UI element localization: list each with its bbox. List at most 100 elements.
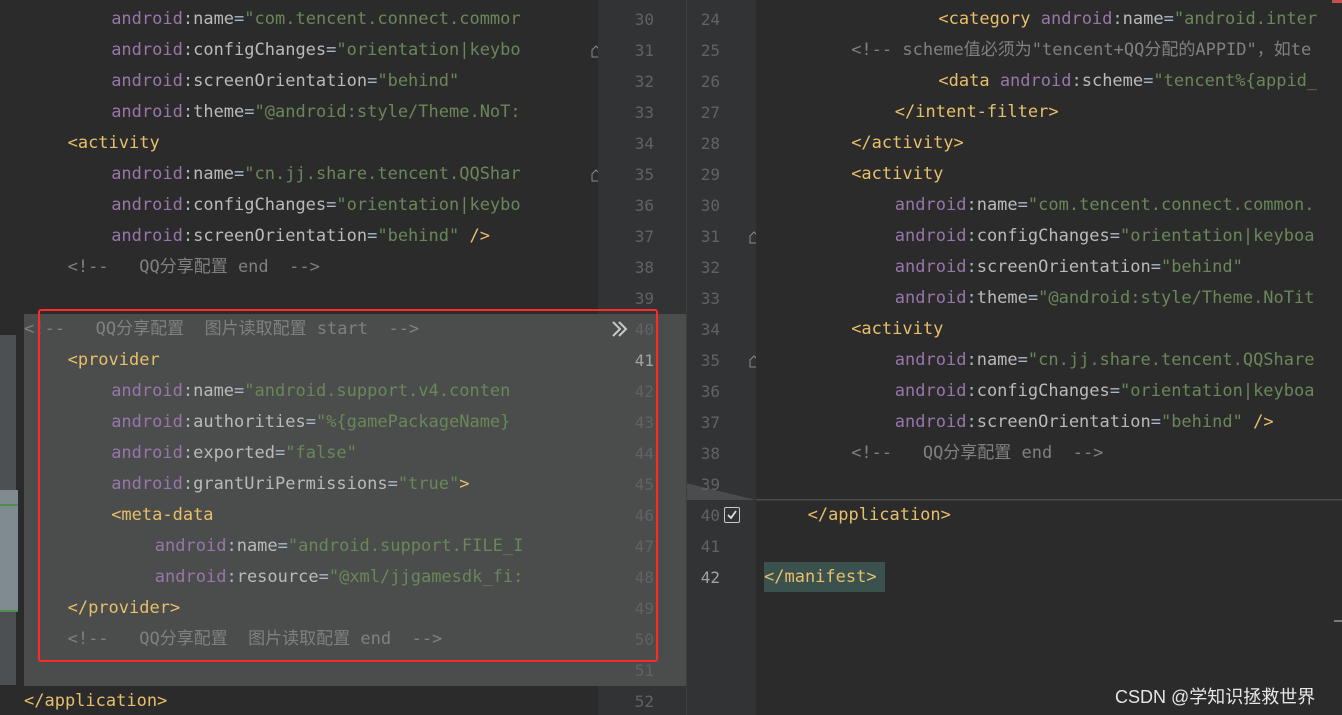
code-token: = [1109,381,1121,401]
code-token: = [326,40,337,60]
code-line[interactable]: </application> [808,500,951,531]
watermark: CSDN @学知识拯救世界 [1115,687,1316,707]
code-line[interactable]: <!-- QQ分享配置 end --> [68,252,320,283]
code-line[interactable]: android:screenOrientation="behind" /> [895,407,1274,438]
code-token: android [894,412,967,432]
code-line[interactable]: </application> [24,686,167,715]
code-token: "cn.jj.share.tencent.QQShare [1027,350,1315,370]
code-token: screenOrientation [193,226,368,246]
line-number: 36 [700,382,720,401]
code-token: configChanges [976,381,1110,401]
diff-accept-checkbox[interactable] [724,507,740,523]
code-token: <category [938,9,1041,29]
line-number: 31 [634,41,654,60]
code-line[interactable]: </intent-filter> [895,97,1059,128]
code-token: <!-- QQ分享配置 end --> [67,257,320,277]
code-token: "orientation|keybo [336,195,521,215]
code-line[interactable]: android:name="cn.jj.share.tencent.QQShar [111,159,520,190]
code-token: "behind" [377,226,460,246]
code-token: /> [459,226,490,246]
code-line[interactable]: android:screenOrientation="behind" [111,66,459,97]
line-number: 42 [700,568,720,587]
code-line[interactable]: android:theme="@android:style/Theme.NoT: [111,97,520,128]
code-token: name [1122,9,1164,29]
right-code-lines: <category android:name="android.inter <!-… [764,4,1342,715]
code-token: "tencent%{appid_ [1153,71,1318,91]
code-token: = [1143,71,1154,91]
code-token: scheme [1081,71,1144,91]
code-line[interactable]: <!-- scheme值必须为"tencent+QQ分配的APPID"，如te [851,35,1311,66]
code-token: = [1150,257,1161,277]
scroll-marker [1334,620,1342,622]
code-token: android [111,40,183,60]
right-editor-pane[interactable]: <category android:name="android.inter <!-… [756,0,1342,715]
code-token: "behind" [1160,412,1243,432]
line-number: 37 [700,413,720,432]
code-line[interactable]: android:configChanges="orientation|keybo… [895,221,1315,252]
diff-scrollbar-marker [0,490,18,610]
line-number: 52 [634,692,654,711]
code-line[interactable]: <activity [68,128,160,159]
code-line[interactable]: android:configChanges="orientation|keybo… [895,376,1315,407]
line-number: 34 [634,134,654,153]
line-number: 37 [634,227,654,246]
code-token: : [966,226,977,246]
line-number: 26 [700,72,720,91]
code-line[interactable]: android:screenOrientation="behind" /> [111,221,490,252]
code-token: = [234,9,245,29]
code-token: screenOrientation [976,412,1151,432]
code-line[interactable]: </activity> [851,128,964,159]
code-token: configChanges [193,195,327,215]
code-token: </manifest> [764,567,877,587]
code-token: <activity [67,133,160,153]
code-token: = [367,226,378,246]
right-line-numbers: 24 25 26 27 28 29 30 31 32 33 34 35 36 37 38 39 40 41 42 [686,4,726,715]
code-line[interactable]: <activity [851,159,943,190]
code-token: name [193,9,235,29]
code-line[interactable]: android:name="com.tencent.connect.commor [111,4,520,35]
code-token: <activity [851,164,944,184]
code-line[interactable]: <!-- QQ分享配置 end --> [851,438,1103,469]
code-token: "cn.jj.share.tencent.QQShar [244,164,521,184]
line-number: 30 [634,10,654,29]
line-number: 38 [634,258,654,277]
code-token: : [966,257,977,277]
code-token: "@android:style/Theme.NoT: [254,102,521,122]
code-line[interactable]: </manifest> [764,562,877,593]
fold-marker-icon[interactable] [749,229,756,244]
diff-marker-green-top [0,504,18,506]
error-stripe-marker [1332,0,1342,3]
code-token: = [1163,9,1174,29]
code-line[interactable]: android:name="com.tencent.connect.common… [895,190,1315,221]
code-line[interactable]: android:configChanges="orientation|keybo [111,35,520,66]
code-line[interactable]: android:configChanges="orientation|keybo [111,190,520,221]
code-token: configChanges [193,40,327,60]
code-token: android [111,102,183,122]
fold-marker-icon[interactable] [749,353,756,368]
code-token: = [1109,226,1121,246]
code-token: : [182,102,194,122]
code-token: : [182,40,194,60]
line-number: 34 [700,320,720,339]
code-token: android [894,226,967,246]
code-token: android [894,257,967,277]
line-number: 32 [700,258,720,277]
code-token: android [999,71,1072,91]
line-number: 35 [634,165,654,184]
code-token: "com.tencent.connect.commor [244,9,521,29]
line-number: 29 [700,165,720,184]
code-line[interactable]: android:screenOrientation="behind" [895,252,1243,283]
code-token: android [894,381,967,401]
code-line[interactable]: <activity [851,314,943,345]
diff-marker-green-bottom [0,610,18,612]
line-number: 24 [700,10,720,29]
code-token: android [894,288,967,308]
code-line[interactable]: android:theme="@android:style/Theme.NoTi… [895,283,1315,314]
code-line[interactable]: android:name="cn.jj.share.tencent.QQShar… [895,345,1315,376]
code-token: </application> [24,691,168,711]
code-line[interactable]: <category android:name="android.inter [938,4,1317,35]
code-line[interactable]: <data android:scheme="tencent%{appid_ [938,66,1317,97]
line-number: 27 [700,103,720,122]
code-token: "@android:style/Theme.NoTit [1038,288,1315,308]
line-number: 41 [700,537,720,556]
